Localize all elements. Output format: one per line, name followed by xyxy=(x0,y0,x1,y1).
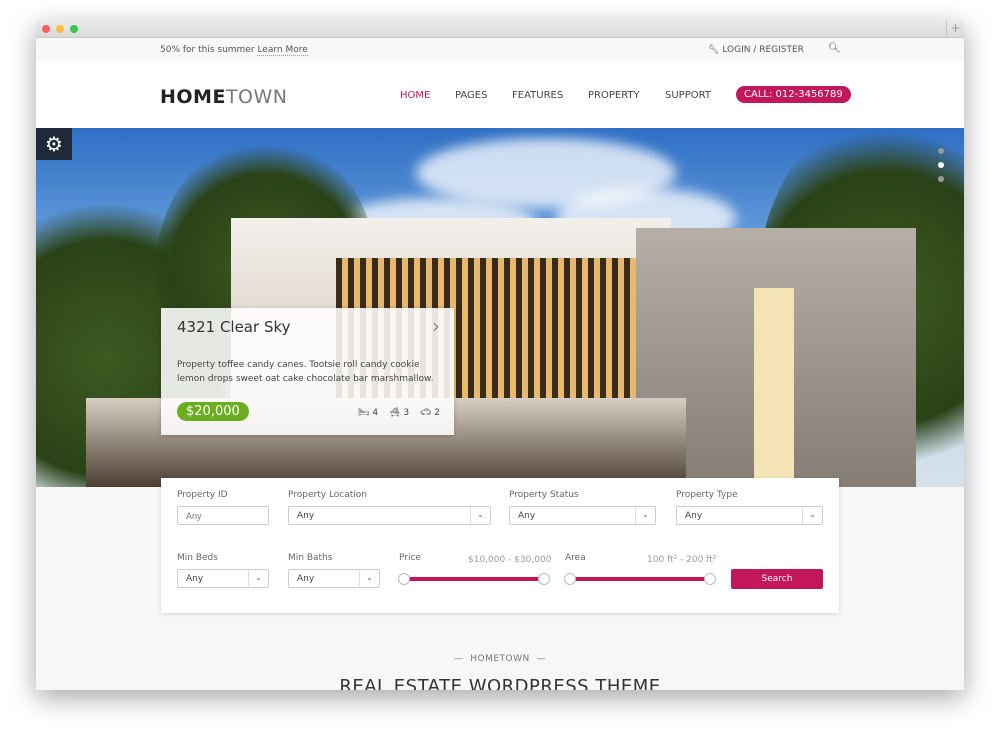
property-card[interactable]: 4321 Clear Sky › Property toffee candy c… xyxy=(161,308,454,435)
nav-home[interactable]: HOME xyxy=(400,90,430,101)
logo[interactable]: HOMETOWN xyxy=(160,86,288,108)
close-button[interactable] xyxy=(42,25,50,33)
property-status-select[interactable]: Any ⌄ xyxy=(509,506,656,525)
location-value: Any xyxy=(297,511,315,521)
min-beds-select[interactable]: Any ⌄ xyxy=(177,569,269,588)
property-id-input[interactable] xyxy=(177,506,269,525)
hero-slider: ⚙ 4321 Clear Sky › Property toffee candy… xyxy=(36,128,964,487)
min-baths-value: Any xyxy=(297,574,315,584)
slide-dot[interactable] xyxy=(938,148,944,154)
title-bar: + xyxy=(36,20,964,38)
maximize-button[interactable] xyxy=(70,25,78,33)
search-icon[interactable]: 🔍︎ xyxy=(828,43,841,54)
wrench-icon: 🔧︎ xyxy=(708,45,720,55)
bath-icon: 🛁︎ xyxy=(389,408,401,418)
area-max-handle[interactable] xyxy=(704,573,716,585)
property-search-form: Property ID Property Location Any ⌄ Prope… xyxy=(161,478,839,613)
property-features: 🛏︎ 4 🛁︎ 3 🚗︎ 2 xyxy=(350,408,440,418)
chevron-down-icon: ⌄ xyxy=(802,507,822,524)
slide-dot[interactable] xyxy=(938,176,944,182)
type-value: Any xyxy=(685,511,703,521)
learn-more-link[interactable]: Learn More xyxy=(257,45,308,56)
car-icon: 🚗︎ xyxy=(419,408,432,418)
property-type-select[interactable]: Any ⌄ xyxy=(676,506,823,525)
nav-features[interactable]: FEATURES xyxy=(512,90,563,101)
garages-count: 2 xyxy=(434,408,440,418)
property-location-label: Property Location xyxy=(288,490,368,500)
min-baths-label: Min Baths xyxy=(288,553,333,563)
nav-support[interactable]: SUPPORT xyxy=(665,90,711,101)
section-label-text: HOMETOWN xyxy=(470,654,530,664)
property-status-label: Property Status xyxy=(509,490,579,500)
beds-count: 4 xyxy=(372,408,379,418)
browser-window: + 50% for this summer Learn More 🔧︎ LOGI… xyxy=(36,20,964,690)
top-bar: 50% for this summer Learn More 🔧︎ LOGIN … xyxy=(36,38,964,62)
login-label: LOGIN / REGISTER xyxy=(722,45,804,55)
area-slider[interactable] xyxy=(564,573,716,585)
gear-icon[interactable]: ⚙ xyxy=(36,128,72,160)
chevron-right-icon[interactable]: › xyxy=(432,314,440,338)
baths-count: 3 xyxy=(403,408,410,418)
slide-dot-active[interactable] xyxy=(938,162,944,168)
property-title[interactable]: 4321 Clear Sky xyxy=(177,318,291,336)
minimize-button[interactable] xyxy=(56,25,64,33)
price-range-value: $10,000 - $30,000 xyxy=(468,555,552,565)
property-id-label: Property ID xyxy=(177,490,228,500)
call-button[interactable]: CALL: 012-3456789 xyxy=(736,86,851,103)
min-beds-label: Min Beds xyxy=(177,553,218,563)
slider-dots xyxy=(938,148,944,190)
search-button[interactable]: Search xyxy=(731,569,823,589)
status-value: Any xyxy=(518,511,536,521)
nav-pages[interactable]: PAGES xyxy=(455,90,487,101)
chevron-down-icon: ⌄ xyxy=(248,570,268,587)
area-label: Area xyxy=(565,553,586,563)
min-beds-value: Any xyxy=(186,574,204,584)
chevron-down-icon: ⌄ xyxy=(470,507,490,524)
price-slider[interactable] xyxy=(398,573,550,585)
bed-icon: 🛏︎ xyxy=(358,408,370,418)
promo: 50% for this summer Learn More xyxy=(160,45,308,56)
section-label: — HOMETOWN — xyxy=(454,654,546,664)
logo-light: TOWN xyxy=(225,86,288,108)
new-tab-button[interactable]: + xyxy=(946,20,964,38)
nav-property[interactable]: PROPERTY xyxy=(588,90,640,101)
price-max-handle[interactable] xyxy=(538,573,550,585)
chevron-down-icon: ⌄ xyxy=(359,570,379,587)
price-badge: $20,000 xyxy=(177,402,249,421)
min-baths-select[interactable]: Any ⌄ xyxy=(288,569,380,588)
property-location-select[interactable]: Any ⌄ xyxy=(288,506,491,525)
promo-text: 50% for this summer xyxy=(160,45,255,55)
area-range-value: 100 ft² - 200 ft² xyxy=(647,555,717,565)
section-title: REAL ESTATE WORDPRESS THEME xyxy=(339,676,661,690)
price-min-handle[interactable] xyxy=(398,573,410,585)
logo-bold: HOME xyxy=(160,86,226,108)
login-register-link[interactable]: 🔧︎ LOGIN / REGISTER xyxy=(708,45,804,55)
area-min-handle[interactable] xyxy=(564,573,576,585)
header: HOMETOWN HOME PAGES FEATURES PROPERTY SU… xyxy=(36,62,964,128)
property-description: Property toffee candy canes. Tootsie rol… xyxy=(177,360,434,384)
chevron-down-icon: ⌄ xyxy=(635,507,655,524)
price-label: Price xyxy=(399,553,421,563)
property-type-label: Property Type xyxy=(676,490,738,500)
